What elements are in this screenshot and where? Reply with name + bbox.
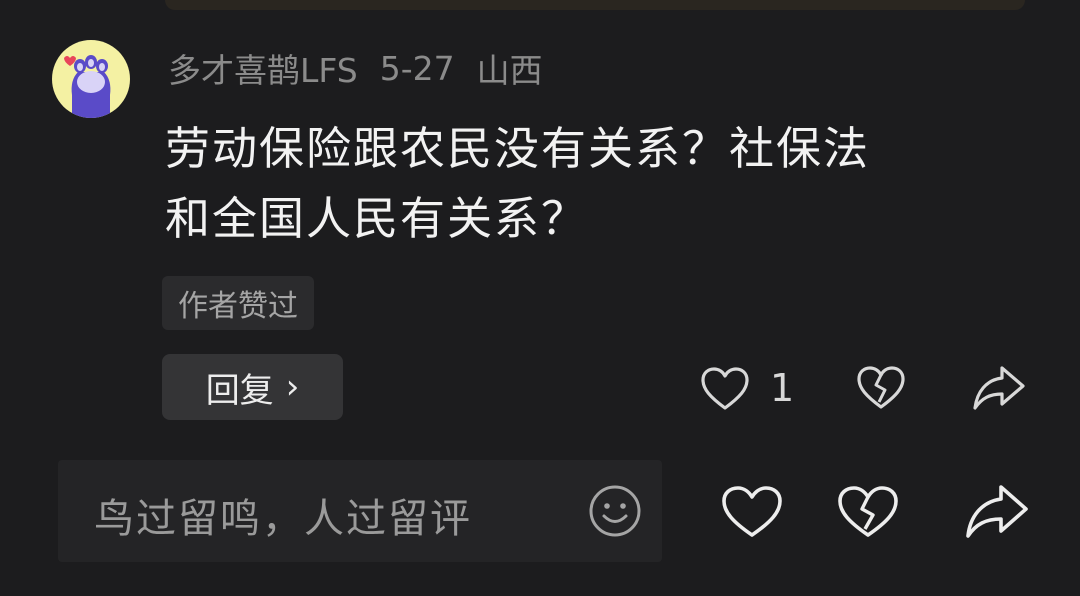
like-count: 1 bbox=[770, 366, 795, 410]
comment-date: 5-27 bbox=[379, 48, 455, 88]
comment-input-bar[interactable]: 鸟过留鸣，人过留评 bbox=[58, 460, 662, 562]
avatar[interactable] bbox=[52, 40, 130, 118]
comment-input-placeholder: 鸟过留鸣，人过留评 bbox=[94, 496, 472, 542]
comment-text: 劳动保险跟农民没有关系？社保法 和全国人民有关系？ bbox=[165, 114, 1025, 254]
comment-text-line: 劳动保险跟农民没有关系？社保法 bbox=[165, 122, 871, 175]
reply-button[interactable]: 回复 › bbox=[162, 354, 343, 420]
reply-label: 回复 bbox=[205, 370, 274, 411]
comment-location: 山西 bbox=[476, 51, 543, 90]
username[interactable]: 多才喜鹊LFS bbox=[168, 44, 358, 92]
emoji-icon[interactable] bbox=[588, 484, 642, 538]
author-liked-badge: 作者赞过 bbox=[162, 276, 314, 330]
paw-avatar-icon bbox=[64, 55, 111, 118]
comment-meta: 多才喜鹊LFS 5-27 山西 bbox=[168, 44, 565, 92]
broken-heart-icon[interactable] bbox=[856, 364, 906, 412]
heart-icon[interactable] bbox=[720, 484, 784, 540]
share-icon[interactable] bbox=[964, 482, 1030, 540]
chevron-right-icon: › bbox=[285, 367, 300, 407]
heart-icon[interactable] bbox=[700, 366, 750, 412]
comment-text-line: 和全国人民有关系？ bbox=[165, 192, 589, 245]
previous-card-edge bbox=[165, 0, 1025, 10]
broken-heart-icon[interactable] bbox=[836, 484, 900, 540]
share-icon[interactable] bbox=[972, 364, 1026, 412]
